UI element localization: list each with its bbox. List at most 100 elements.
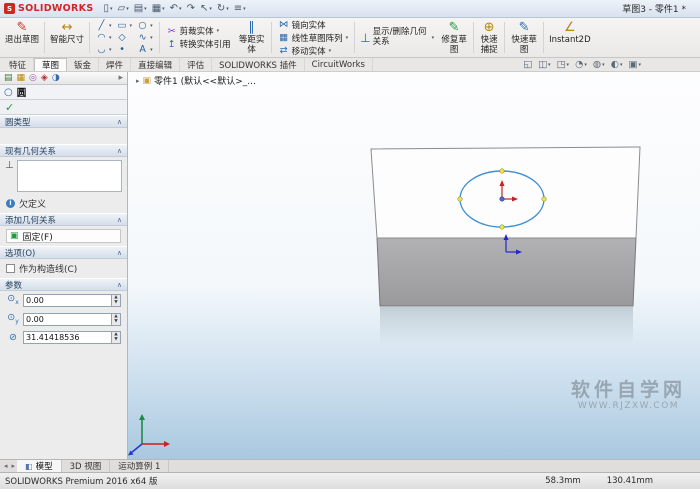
rebuild-button[interactable]: ↻ ▾	[215, 2, 231, 16]
tab-sketch[interactable]: 草图	[34, 58, 68, 71]
rectangle-tool-icon: ▭	[117, 20, 127, 31]
move-entities-button[interactable]: ⇄ 移动实体 ▾	[276, 45, 351, 57]
print-button[interactable]: ▦ ▾	[150, 2, 167, 16]
circle-type-section-header[interactable]: 圆类型 ∧	[0, 115, 127, 128]
tab-weldments[interactable]: 焊件	[99, 58, 132, 71]
convert-entities-label: 转换实体引用	[179, 40, 231, 50]
open-document-button[interactable]: ▱ ▾	[116, 2, 131, 16]
construction-checkbox[interactable]	[6, 264, 15, 273]
property-manager-tab[interactable]: ▦	[17, 73, 26, 83]
panel-confirm-row: ✓	[0, 100, 127, 115]
chevron-down-icon: ▾	[109, 46, 112, 53]
apply-scene-button[interactable]: ▣ ▾	[628, 59, 643, 70]
fix-relation-button[interactable]: ▣ 固定(F)	[6, 229, 121, 243]
display-manager-tab[interactable]: ◑	[52, 73, 60, 83]
tab-scroll-right-icon[interactable]: ▸	[10, 460, 18, 472]
display-delete-relations-button[interactable]: ⊥ 显示/删除几何关系 ▾	[357, 19, 437, 56]
pattern-group: ⋈ 镜向实体 ▦ 线性草图阵列 ▾ ⇄ 移动实体 ▾	[274, 19, 353, 57]
section-view-button[interactable]: ◫ ▾	[537, 59, 552, 70]
dimxpert-manager-tab[interactable]: ◈	[41, 73, 48, 83]
radius-input[interactable]: 31.41418536 ▲ ▼	[23, 330, 121, 344]
hide-show-items-button[interactable]: ◍ ▾	[592, 59, 606, 70]
feature-manager-tab[interactable]: ▤	[4, 73, 13, 83]
arc-tool-button[interactable]: ◠ ▾	[94, 32, 114, 44]
spin-down-icon[interactable]: ▼	[112, 337, 120, 343]
tab-evaluate[interactable]: 评估	[180, 58, 213, 71]
radius-value: 31.41418536	[26, 332, 80, 342]
model-tab[interactable]: ◧ 模型	[17, 460, 62, 472]
parameters-section-header[interactable]: 参数 ∧	[0, 278, 127, 291]
trim-entities-button[interactable]: ✂ 剪裁实体 ▾	[164, 25, 233, 38]
options-button[interactable]: ≡ ▾	[232, 2, 248, 16]
spin-down-icon[interactable]: ▼	[112, 319, 120, 325]
convert-entities-button[interactable]: ↥ 转换实体引用	[164, 38, 233, 51]
tab-scroll-left-icon[interactable]: ◂	[2, 460, 10, 472]
collapse-chevron-icon: ∧	[116, 146, 122, 155]
radius-spinner[interactable]: ▲ ▼	[111, 331, 120, 343]
linear-sketch-pattern-button[interactable]: ▦ 线性草图阵列 ▾	[276, 32, 351, 44]
options-section-header[interactable]: 选项(O) ∧	[0, 246, 127, 259]
chevron-down-icon: ▾	[602, 61, 605, 68]
repair-sketch-button[interactable]: ✎ 修复草图	[437, 19, 471, 56]
circle-center-point[interactable]	[499, 196, 505, 202]
zoom-fit-button[interactable]: ◱	[522, 59, 533, 70]
center-x-spinner[interactable]: ▲ ▼	[111, 294, 120, 306]
text-tool-button[interactable]: A ▾	[135, 44, 155, 56]
relations-listbox[interactable]	[16, 160, 122, 192]
fillet-tool-button[interactable]: ◡ ▾	[94, 44, 114, 56]
edit-appearance-button[interactable]: ◐ ▾	[610, 59, 624, 70]
center-x-input[interactable]: 0.00 ▲ ▼	[23, 293, 121, 307]
smart-dimension-button[interactable]: ↔ 智能尺寸	[47, 19, 87, 56]
construction-option-row[interactable]: 作为构造线(C)	[0, 259, 127, 278]
chevron-down-icon: ▾	[144, 5, 147, 12]
new-document-button[interactable]: ▯ ▾	[101, 2, 114, 16]
quick-snaps-button[interactable]: ⊕ 快速捕捉	[476, 19, 502, 56]
select-button[interactable]: ↖ ▾	[198, 2, 214, 16]
ok-check-button[interactable]: ✓	[5, 102, 14, 113]
point-tool-button[interactable]: •	[115, 44, 135, 56]
spline-tool-button[interactable]: ∿ ▾	[135, 32, 155, 44]
line-tool-button[interactable]: ╱ ▾	[94, 20, 114, 32]
chevron-down-icon: ▾	[345, 34, 349, 41]
instant2d-button[interactable]: ∠ Instant2D	[546, 19, 594, 56]
panel-flyout-arrow-icon[interactable]: ▸	[118, 73, 123, 83]
flyout-arrow-icon: ▸	[136, 76, 140, 85]
save-button[interactable]: ▤ ▾	[132, 2, 149, 16]
exit-sketch-button[interactable]: ✎ 退出草图	[2, 19, 42, 56]
rapid-sketch-button[interactable]: ✎ 快速草图	[507, 19, 541, 56]
add-relations-section-header[interactable]: 添加几何关系 ∧	[0, 213, 127, 226]
center-y-spinner[interactable]: ▲ ▼	[111, 313, 120, 325]
chevron-down-icon: ▾	[150, 34, 153, 41]
center-y-input[interactable]: 0.00 ▲ ▼	[23, 312, 121, 326]
polygon-tool-button[interactable]: ◇	[115, 32, 135, 44]
rectangle-tool-button[interactable]: ▭ ▾	[115, 20, 135, 32]
spin-down-icon[interactable]: ▼	[112, 300, 120, 306]
offset-entities-button[interactable]: ∥ 等距实体	[235, 19, 269, 56]
graphics-viewport[interactable]: ▸ ▣ 零件1 (默认<<默认>_... 软件自学网 WWW.RJZXW.COM	[128, 72, 700, 459]
view-orientation-button[interactable]: ◳ ▾	[556, 59, 571, 70]
redo-button[interactable]: ↷	[185, 2, 197, 16]
center-x-icon: ⊙x	[7, 293, 19, 306]
solidworks-logo-text: SOLIDWORKS	[18, 3, 94, 14]
model-tab-label: 模型	[35, 462, 53, 472]
mirror-entities-button[interactable]: ⋈ 镜向实体	[276, 19, 351, 31]
display-style-button[interactable]: ◔ ▾	[574, 59, 588, 70]
circle-tool-button[interactable]: ○ ▾	[135, 20, 155, 32]
3d-views-tab[interactable]: 3D 视图	[62, 460, 111, 472]
tab-circuitworks[interactable]: CircuitWorks	[305, 58, 373, 71]
configuration-manager-tab[interactable]: ◎	[29, 73, 37, 83]
motion-study-tab[interactable]: 运动算例 1	[110, 460, 170, 472]
undo-icon: ↶	[169, 2, 179, 14]
redo-icon: ↷	[186, 2, 195, 14]
tab-sheet-metal[interactable]: 钣金	[67, 58, 100, 71]
chevron-down-icon: ▾	[162, 5, 165, 12]
feature-tree-flyout[interactable]: ▸ ▣ 零件1 (默认<<默认>_...	[136, 74, 256, 88]
part-top-face[interactable]	[370, 146, 641, 239]
undo-button[interactable]: ↶ ▾	[168, 2, 184, 16]
tab-solidworks-addins[interactable]: SOLIDWORKS 插件	[212, 58, 305, 71]
tab-direct-editing[interactable]: 直接编辑	[131, 58, 181, 71]
relations-area: ⊥	[0, 157, 127, 194]
ribbon-separator	[504, 22, 506, 53]
existing-relations-section-header[interactable]: 现有几何关系 ∧	[0, 144, 127, 157]
tab-features[interactable]: 特征	[2, 58, 35, 71]
